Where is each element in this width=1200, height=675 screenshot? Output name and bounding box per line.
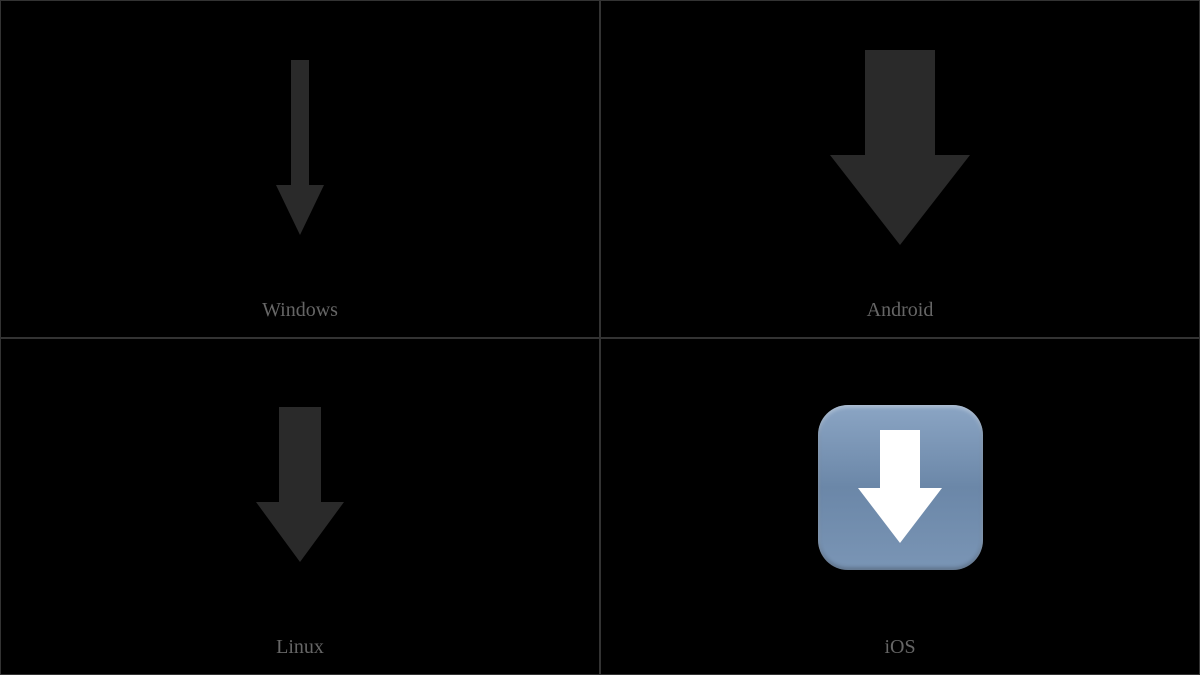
linux-cell: Linux — [0, 338, 600, 675]
down-arrow-icon — [818, 405, 983, 570]
down-arrow-icon — [260, 407, 340, 567]
windows-icon-area — [1, 1, 599, 299]
linux-label: Linux — [276, 636, 324, 674]
windows-label: Windows — [262, 299, 338, 337]
linux-icon-area — [1, 339, 599, 637]
android-label: Android — [867, 299, 934, 337]
android-cell: Android — [600, 0, 1200, 338]
windows-cell: Windows — [0, 0, 600, 338]
ios-cell: iOS — [600, 338, 1200, 675]
ios-label: iOS — [884, 636, 915, 674]
down-arrow-icon — [830, 50, 970, 250]
android-icon-area — [601, 1, 1199, 299]
down-arrow-icon — [285, 60, 315, 240]
ios-icon-area — [601, 339, 1199, 637]
